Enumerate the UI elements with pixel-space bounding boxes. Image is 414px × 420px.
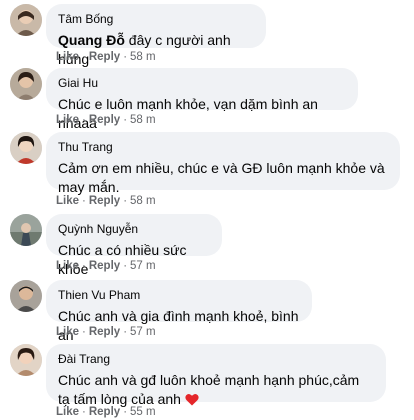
comment-text: Cảm ơn em nhiều, chúc e và GĐ luôn mạnh … — [58, 160, 385, 195]
comment-author[interactable]: Quỳnh Nguyễn — [58, 221, 210, 237]
avatar[interactable] — [10, 4, 42, 36]
comment-actions: Like · Reply · 58 m — [56, 51, 156, 63]
comment-bubble: Thien Vu Pham Chúc anh và gia đình mạnh … — [46, 280, 312, 343]
avatar[interactable] — [10, 280, 42, 312]
comment-bubble: Đài Trang Chúc anh và gđ luôn khoẻ mạnh … — [46, 344, 386, 407]
comment-author[interactable]: Đài Trang — [58, 351, 374, 367]
comment-bubble: Quỳnh Nguyễn Chúc a có nhiều sức khỏe — [46, 214, 222, 277]
comment-bubble: Thu Trang Cảm ơn em nhiều, chúc e và GĐ … — [46, 132, 400, 195]
comment-bubble: Giai Hu Chúc e luôn mạnh khỏe, vạn dặm b… — [46, 68, 358, 131]
avatar[interactable] — [10, 68, 42, 100]
avatar[interactable] — [10, 344, 42, 376]
comment-author[interactable]: Giai Hu — [58, 75, 346, 91]
comment-time[interactable]: 58 m — [130, 114, 156, 126]
mention-link[interactable]: Quang Đỗ — [58, 32, 125, 48]
comment-author[interactable]: Thien Vu Pham — [58, 287, 300, 303]
comment-time[interactable]: 55 m — [130, 406, 156, 418]
comment-actions: Like · Reply · 58 m — [56, 195, 156, 207]
avatar[interactable] — [10, 132, 42, 164]
comment-time[interactable]: 58 m — [130, 195, 156, 207]
reply-button[interactable]: Reply — [89, 260, 120, 272]
comment-author[interactable]: Thu Trang — [58, 139, 388, 155]
comment-time[interactable]: 57 m — [130, 260, 156, 272]
red-heart-icon — [185, 392, 199, 406]
comment-actions: Like · Reply · 55 m — [56, 406, 156, 418]
like-button[interactable]: Like — [56, 195, 79, 207]
like-button[interactable]: Like — [56, 51, 79, 63]
like-button[interactable]: Like — [56, 326, 79, 338]
reply-button[interactable]: Reply — [89, 114, 120, 126]
reply-button[interactable]: Reply — [89, 326, 120, 338]
comment-author[interactable]: Tâm Bống — [58, 11, 254, 27]
comment-time[interactable]: 58 m — [130, 51, 156, 63]
comment-text: Chúc anh và gđ luôn khoẻ mạnh hạnh phúc,… — [58, 372, 360, 407]
like-button[interactable]: Like — [56, 114, 79, 126]
reply-button[interactable]: Reply — [89, 195, 120, 207]
reply-button[interactable]: Reply — [89, 51, 120, 63]
comment-actions: Like · Reply · 57 m — [56, 260, 156, 272]
comment-actions: Like · Reply · 57 m — [56, 326, 156, 338]
like-button[interactable]: Like — [56, 406, 79, 418]
avatar[interactable] — [10, 214, 42, 246]
reply-button[interactable]: Reply — [89, 406, 120, 418]
comment-bubble: Tâm Bống Quang Đỗ đây c người anh hùng — [46, 4, 266, 67]
like-button[interactable]: Like — [56, 260, 79, 272]
comment-time[interactable]: 57 m — [130, 326, 156, 338]
comment-actions: Like · Reply · 58 m — [56, 114, 156, 126]
